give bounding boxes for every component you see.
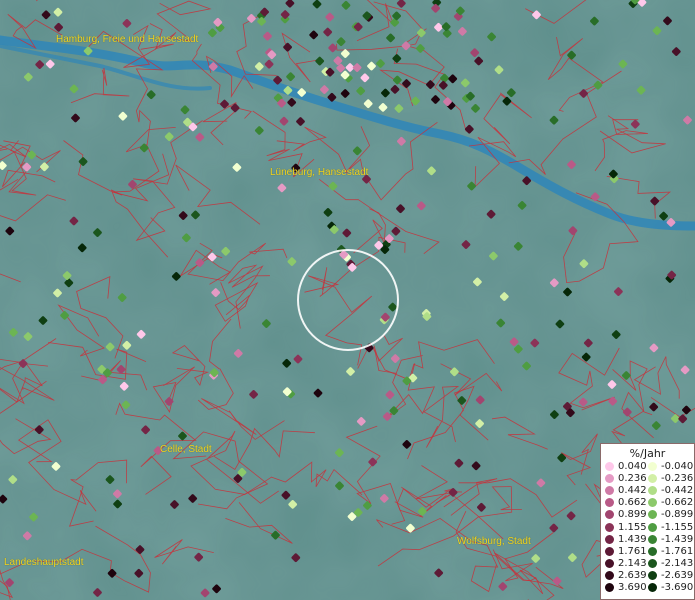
legend-label: -2.639 (661, 569, 694, 581)
city-label-hamburg: Hamburg, Freie und Hansestadt (56, 34, 199, 45)
legend-swatch (605, 474, 614, 484)
legend-swatch (605, 546, 614, 556)
legend-label: -0.442 (661, 485, 694, 497)
map-canvas[interactable] (0, 0, 695, 600)
legend-swatch (648, 486, 657, 496)
legend-label: 0.662 (618, 497, 647, 509)
legend-swatch (605, 462, 614, 471)
legend-label: 0.442 (618, 485, 647, 497)
legend-label: 2.143 (618, 557, 647, 569)
legend-label: 2.639 (618, 569, 647, 581)
legend-swatch (605, 486, 614, 496)
legend-swatch (648, 583, 657, 592)
legend-label: -2.143 (661, 557, 694, 569)
city-label-landeshauptstadt: Landeshauptstadt (4, 557, 84, 568)
legend-label: 1.155 (618, 521, 647, 533)
legend-swatch (648, 534, 657, 544)
legend-label: 0.899 (618, 509, 647, 521)
legend-swatch (605, 510, 614, 520)
legend-swatch (648, 474, 657, 484)
legend-swatch (648, 558, 657, 568)
terrain-texture (0, 0, 695, 600)
legend-swatch (648, 570, 657, 580)
legend-label: 0.040 (618, 461, 647, 472)
legend-swatch (648, 522, 657, 532)
legend-swatch (648, 498, 657, 508)
legend-swatch (648, 510, 657, 520)
city-label-lueneburg: Lüneburg, Hansestadt (270, 167, 369, 178)
legend-label: -0.236 (661, 473, 694, 485)
legend-swatch (605, 558, 614, 568)
legend-title: %/Jahr (629, 447, 666, 460)
city-label-wolfsburg: Wolfsburg, Stadt (457, 536, 531, 547)
legend-label: 3.690 (618, 582, 647, 593)
legend-label: -0.899 (661, 509, 694, 521)
legend-label: -0.662 (661, 497, 694, 509)
legend-swatch (605, 570, 614, 580)
legend-swatch (605, 583, 614, 592)
legend-label: 0.236 (618, 473, 647, 485)
legend-swatch (605, 498, 614, 508)
legend: %/Jahr 0.040 0.236 0.442 0.662 0.899 1.155 1.4… (600, 443, 695, 600)
legend-label: -0.040 (661, 461, 694, 472)
city-label-celle: Celle, Stadt (160, 444, 212, 455)
legend-swatch (605, 522, 614, 532)
legend-swatch (648, 462, 657, 471)
legend-label: -1.155 (661, 521, 694, 533)
legend-label: -1.439 (661, 533, 694, 545)
legend-swatch (648, 546, 657, 556)
map-view[interactable]: Hamburg, Freie und Hansestadt Lüneburg, … (0, 0, 695, 600)
legend-label: -1.761 (661, 545, 694, 557)
legend-swatch (605, 534, 614, 544)
legend-label: -3.690 (661, 582, 694, 593)
legend-label: 1.761 (618, 545, 647, 557)
legend-label: 1.439 (618, 533, 647, 545)
